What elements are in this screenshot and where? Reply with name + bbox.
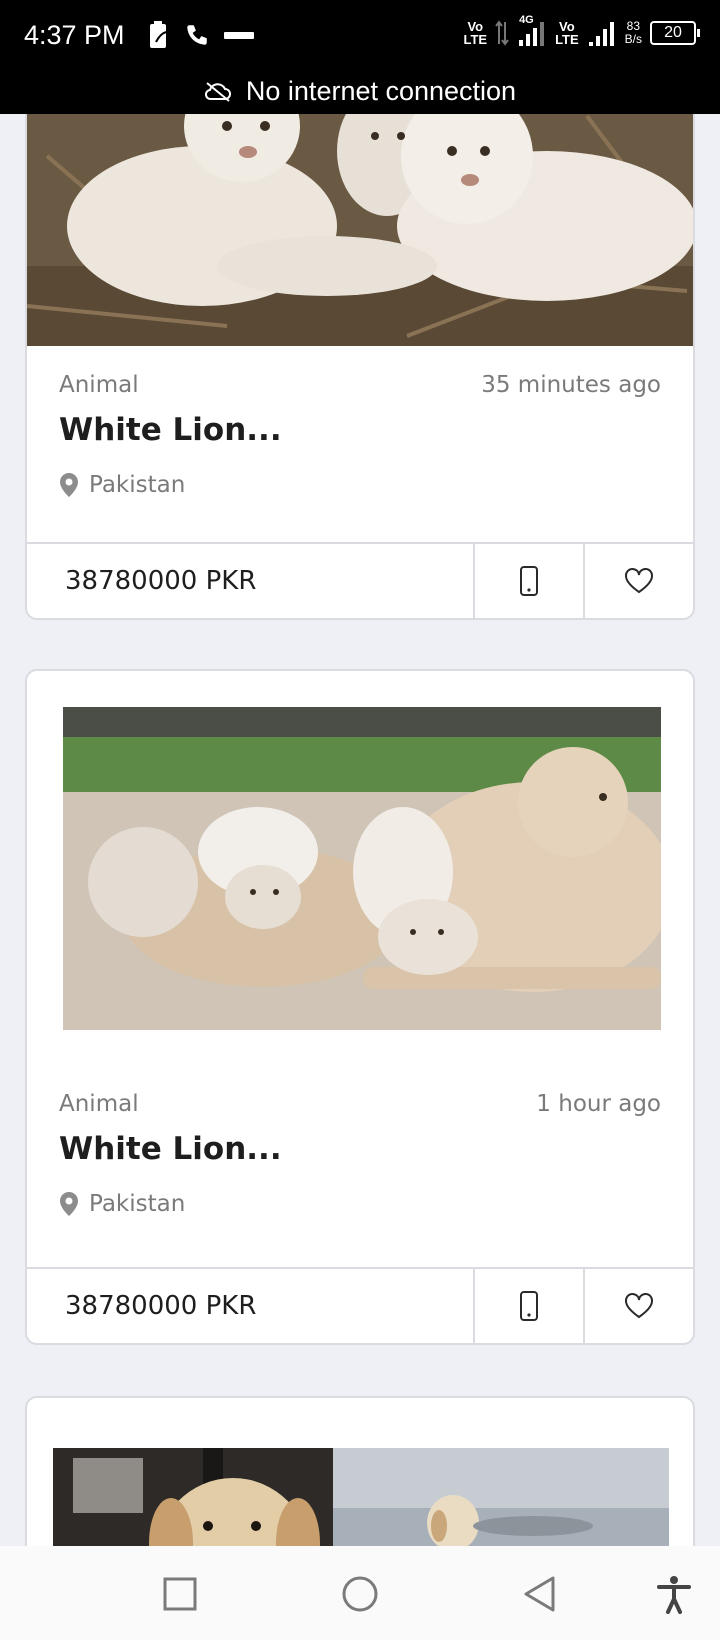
clock: 4:37 PM	[24, 20, 125, 50]
minus-icon	[224, 32, 254, 39]
listing-title[interactable]: White Lion...	[59, 412, 282, 448]
accessibility-icon	[657, 1576, 691, 1614]
listing-category: Animal	[59, 1091, 139, 1117]
battery-saver-icon	[150, 21, 167, 48]
system-navigation-bar	[0, 1546, 720, 1640]
listing-card[interactable]: Animal 35 minutes ago White Lion... Paki…	[25, 114, 695, 620]
net-speed-unit: B/s	[624, 32, 642, 46]
call-icon	[187, 25, 207, 45]
triangle-back-icon	[524, 1576, 555, 1612]
favorite-button[interactable]	[583, 544, 693, 618]
labrador-puppies-photo	[53, 1448, 669, 1546]
cloud-off-icon	[204, 81, 231, 102]
status-bar: 4:37 PM Vo LTE 4G Vo LTE 83 B/s 20 No in…	[0, 0, 720, 114]
heart-icon	[625, 1293, 653, 1319]
home-button[interactable]	[340, 1574, 380, 1614]
listing-price: 38780000 PKR	[65, 566, 257, 596]
offline-banner: No internet connection	[0, 76, 720, 107]
square-icon	[163, 1577, 197, 1611]
battery-indicator: 20	[650, 21, 700, 45]
listing-time: 1 hour ago	[536, 1091, 661, 1117]
phone-icon	[520, 566, 538, 596]
listing-price: 38780000 PKR	[65, 1291, 257, 1321]
listing-location: Pakistan	[59, 1191, 185, 1217]
back-button[interactable]	[522, 1574, 558, 1614]
listing-card[interactable]: Animal 1 hour ago White Lion... Pakistan…	[25, 669, 695, 1345]
heart-icon	[625, 568, 653, 594]
volte-badge-1: Vo LTE	[463, 19, 488, 47]
signal-4g: 4G	[517, 14, 547, 48]
location-pin-icon	[60, 473, 78, 497]
circle-icon	[342, 1576, 378, 1612]
listing-meta: Animal 35 minutes ago White Lion... Paki…	[59, 372, 661, 512]
offline-text: No internet connection	[245, 76, 517, 106]
listing-feed[interactable]: Animal 35 minutes ago White Lion... Paki…	[0, 114, 720, 1546]
listing-image[interactable]	[53, 1448, 669, 1546]
listing-time: 35 minutes ago	[481, 372, 661, 398]
call-seller-button[interactable]	[473, 544, 583, 618]
listing-category: Animal	[59, 372, 139, 398]
listing-title[interactable]: White Lion...	[59, 1131, 282, 1167]
signal-bars-icon	[519, 22, 545, 46]
network-speed: 83 B/s	[625, 20, 642, 46]
listing-actions: 38780000 PKR	[27, 542, 693, 618]
location-text: Pakistan	[89, 472, 186, 498]
listing-actions: 38780000 PKR	[27, 1267, 693, 1343]
call-seller-button[interactable]	[473, 1269, 583, 1343]
location-text: Pakistan	[89, 1191, 186, 1217]
white-lioness-cubs-photo	[63, 707, 661, 1030]
listing-card[interactable]	[25, 1396, 695, 1546]
phone-icon	[520, 1291, 538, 1321]
accessibility-button[interactable]	[656, 1574, 692, 1614]
white-lion-cubs-photo	[27, 114, 693, 346]
listing-location: Pakistan	[59, 472, 185, 498]
favorite-button[interactable]	[583, 1269, 693, 1343]
data-arrows-icon	[495, 20, 509, 46]
location-pin-icon	[60, 1192, 78, 1216]
listing-image[interactable]	[27, 114, 693, 346]
signal-bars-2-icon	[588, 22, 614, 46]
recents-button[interactable]	[162, 1576, 198, 1612]
volte-badge-2: Vo LTE	[555, 19, 579, 47]
listing-meta: Animal 1 hour ago White Lion... Pakistan	[59, 1091, 661, 1231]
listing-image[interactable]	[63, 707, 661, 1030]
